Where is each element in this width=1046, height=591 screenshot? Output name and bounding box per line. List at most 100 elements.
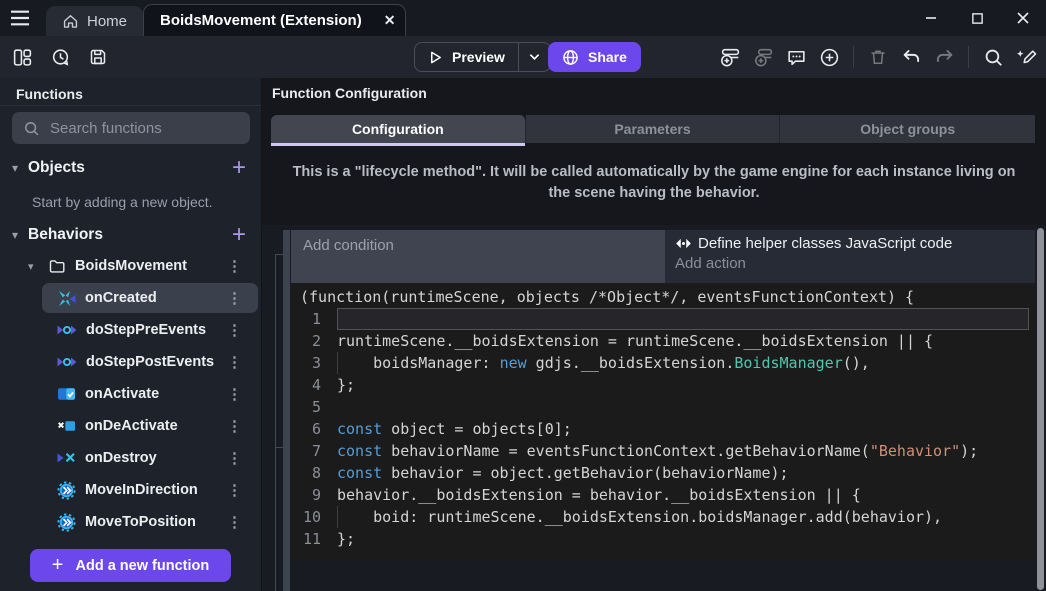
add-comment-button[interactable] (784, 45, 808, 69)
behavior-group-boidsmovement[interactable]: ▾BoidsMovement⋮ (0, 250, 262, 282)
save-button[interactable] (86, 45, 110, 69)
tab-parameters[interactable]: Parameters (526, 115, 781, 143)
functions-sidebar: Functions Search functions ▾ Objects + S… (0, 78, 262, 591)
more-options-icon[interactable]: ⋮ (227, 353, 242, 371)
maximize-icon (971, 12, 984, 25)
more-options-icon[interactable]: ⋮ (227, 449, 242, 467)
share-button[interactable]: Share (548, 42, 641, 72)
preview-label: Preview (452, 49, 505, 65)
close-icon (1016, 11, 1030, 25)
function-item-movetoposition[interactable]: MoveToPosition ⋮ (0, 506, 262, 538)
code-line-2[interactable]: 2runtimeScene.__boidsExtension = runtime… (291, 330, 1035, 352)
add-new-button[interactable] (817, 45, 841, 69)
more-options-icon[interactable]: ⋮ (227, 385, 242, 403)
undo-button[interactable] (899, 45, 923, 69)
code-lines: 12runtimeScene.__boidsExtension = runtim… (291, 308, 1035, 550)
edit-extension-icon (1015, 46, 1038, 69)
preview-dropdown-button[interactable] (519, 43, 550, 71)
collapse-icon[interactable]: ▾ (28, 260, 42, 273)
add-behavior-button[interactable]: + (232, 225, 246, 245)
lifecycle-description: This is a "lifecycle method". It will be… (262, 162, 1046, 204)
more-options-icon[interactable]: ⋮ (227, 417, 242, 435)
tab-boidsmovement-extension[interactable]: BoidsMovement (Extension) ✕ (143, 4, 406, 36)
objects-section-header: ▾ Objects + (0, 154, 262, 182)
toolbar-divider (968, 46, 969, 68)
add-object-button[interactable]: + (232, 158, 246, 178)
code-line-10[interactable]: 10 boid: runtimeScene.__boidsExtension.b… (291, 506, 1035, 528)
play-icon (428, 50, 443, 65)
gear-icon (57, 513, 76, 532)
edit-extension-button[interactable] (1014, 45, 1038, 69)
more-options-icon[interactable]: ⋮ (227, 289, 242, 307)
more-options-icon[interactable]: ⋮ (227, 481, 242, 499)
panels-icon (12, 47, 33, 68)
preview-button[interactable]: Preview (414, 42, 551, 72)
function-item-moveindirection[interactable]: MoveInDirection⋮ (0, 474, 262, 506)
behaviors-collapse-icon[interactable]: ▾ (12, 228, 28, 242)
panels-button[interactable] (10, 45, 34, 69)
more-options-icon[interactable]: ⋮ (227, 257, 242, 275)
events-sheet: Add condition Define helper classes Java… (262, 225, 1046, 591)
maximize-button[interactable] (954, 0, 1000, 36)
function-item-ondeactivate[interactable]: onDeActivate⋮ (0, 410, 262, 442)
javascript-code-editor[interactable]: (function(runtimeScene, objects /*Object… (291, 283, 1035, 560)
code-line-4[interactable]: 4}; (291, 374, 1035, 396)
search-button[interactable] (981, 45, 1005, 69)
add-event-icon (719, 46, 742, 69)
events-scrollbar[interactable] (1037, 228, 1044, 590)
history-button[interactable] (48, 45, 72, 69)
deactivate-icon (57, 419, 76, 433)
main-menu-button[interactable] (8, 7, 32, 29)
add-condition-button[interactable]: Add condition (291, 230, 665, 283)
function-item-onactivate[interactable]: onActivate⋮ (0, 378, 262, 410)
event-drag-handle[interactable] (283, 230, 290, 591)
function-item-oncreated[interactable]: onCreated ⋮ (0, 282, 262, 314)
add-new-function-button[interactable]: + Add a new function (30, 549, 231, 582)
behaviors-header-label[interactable]: Behaviors (28, 226, 103, 244)
function-label: onCreated (85, 290, 157, 306)
minimize-button[interactable] (908, 0, 954, 36)
line-number: 6 (291, 418, 337, 440)
chevron-down-icon (529, 53, 540, 61)
add-event-button[interactable] (718, 45, 742, 69)
tab-home[interactable]: Home (46, 6, 143, 36)
code-line-8[interactable]: 8const behavior = object.getBehavior(beh… (291, 462, 1035, 484)
globe-icon (562, 49, 579, 66)
configuration-tabs: Configuration Parameters Object groups (271, 115, 1035, 143)
line-number: 5 (291, 396, 337, 418)
code-line-9[interactable]: 9behavior.__boidsExtension = behavior.__… (291, 484, 1035, 506)
share-label: Share (588, 49, 627, 65)
redo-button (932, 45, 956, 69)
objects-header-label[interactable]: Objects (28, 159, 85, 177)
preview-button-main[interactable]: Preview (415, 43, 518, 71)
code-line-3[interactable]: 3 boidsManager: new gdjs.__boidsExtensio… (291, 352, 1035, 374)
search-icon (983, 47, 1004, 68)
tab-configuration[interactable]: Configuration (271, 115, 526, 143)
objects-collapse-icon[interactable]: ▾ (12, 161, 28, 175)
add-function-label: Add a new function (75, 558, 209, 574)
steps-icon (57, 324, 77, 336)
line-number: 4 (291, 374, 337, 396)
code-line-5[interactable]: 5 (291, 396, 1035, 418)
sidebar-divider (0, 105, 261, 106)
code-line-7[interactable]: 7const behaviorName = eventsFunctionCont… (291, 440, 1035, 462)
code-line-6[interactable]: 6const object = objects[0]; (291, 418, 1035, 440)
search-functions-input[interactable]: Search functions (12, 112, 250, 144)
more-options-icon[interactable]: ⋮ (227, 321, 242, 339)
more-options-icon[interactable]: ⋮ (227, 513, 242, 531)
toolbar-left-icons (10, 36, 110, 78)
function-item-ondestroy[interactable]: onDestroy⋮ (0, 442, 262, 474)
js-event-title-row[interactable]: Define helper classes JavaScript code (675, 235, 1025, 252)
add-action-button[interactable]: Add action (675, 255, 1025, 272)
line-number: 9 (291, 484, 337, 506)
function-label: MoveToPosition (85, 514, 196, 530)
code-line-1[interactable]: 1 (291, 308, 1035, 330)
line-number: 7 (291, 440, 337, 462)
code-line-11[interactable]: 11}; (291, 528, 1035, 550)
window-tabs: Home BoidsMovement (Extension) ✕ (46, 4, 406, 36)
tab-object-groups[interactable]: Object groups (780, 115, 1035, 143)
function-item-dosteppreevents[interactable]: doStepPreEvents⋮ (0, 314, 262, 346)
close-window-button[interactable] (1000, 0, 1046, 36)
tab-close-icon[interactable]: ✕ (384, 12, 396, 29)
function-item-dosteppostevents[interactable]: doStepPostEvents⋮ (0, 346, 262, 378)
